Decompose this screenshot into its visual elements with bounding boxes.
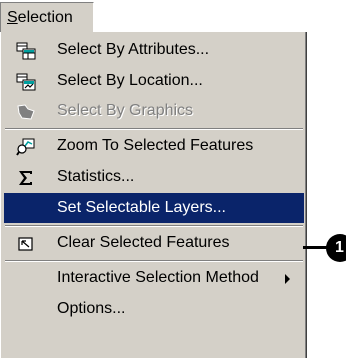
menu-separator	[5, 128, 303, 130]
menu-item-label: Options...	[57, 300, 126, 317]
select-by-location-icon	[16, 72, 36, 91]
menu-item-select-by-graphics: Select By Graphics	[4, 96, 304, 126]
select-by-attributes-icon	[16, 41, 36, 60]
menu-item-statistics[interactable]: Statistics...	[4, 162, 304, 192]
menu-selection[interactable]: Selection	[0, 2, 94, 32]
menu-item-label: Select By Location...	[57, 72, 203, 89]
zoom-to-selected-icon	[16, 137, 36, 156]
menu-item-options[interactable]: Options...	[4, 294, 304, 324]
menu-title-mnemonic: S	[7, 9, 18, 26]
menu-item-clear-selected-features[interactable]: Clear Selected Features	[4, 228, 304, 258]
menu-item-label: Select By Attributes...	[57, 41, 210, 58]
menu-item-label: Set Selectable Layers...	[57, 199, 226, 216]
menu-item-label: Zoom To Selected Features	[57, 137, 254, 154]
select-by-graphics-icon	[16, 102, 36, 120]
menu-item-label: Select By Graphics	[57, 102, 194, 119]
menu-item-zoom-to-selected[interactable]: Zoom To Selected Features	[4, 131, 304, 161]
submenu-arrow-icon	[285, 274, 290, 284]
menu-item-label: Clear Selected Features	[57, 234, 230, 251]
menu-title-text: election	[17, 9, 73, 26]
menu-item-set-selectable-layers[interactable]: Set Selectable Layers...	[4, 193, 304, 223]
screenshot-canvas: Selection Select By Attributes... Select…	[0, 0, 346, 358]
sigma-icon	[16, 168, 36, 186]
menu-item-select-by-attributes[interactable]: Select By Attributes...	[4, 35, 304, 65]
menu-item-label: Interactive Selection Method	[57, 269, 259, 286]
menu-item-label: Statistics...	[57, 168, 135, 185]
menu-separator	[5, 260, 303, 262]
callout-number-badge: 1	[326, 234, 346, 262]
selection-dropdown-menu: Select By Attributes... Select By Locati…	[0, 32, 307, 358]
menu-item-select-by-location[interactable]: Select By Location...	[4, 66, 304, 96]
menu-separator	[5, 225, 303, 227]
menu-item-interactive-selection-method[interactable]: Interactive Selection Method	[4, 263, 304, 293]
clear-selection-icon	[16, 234, 36, 252]
